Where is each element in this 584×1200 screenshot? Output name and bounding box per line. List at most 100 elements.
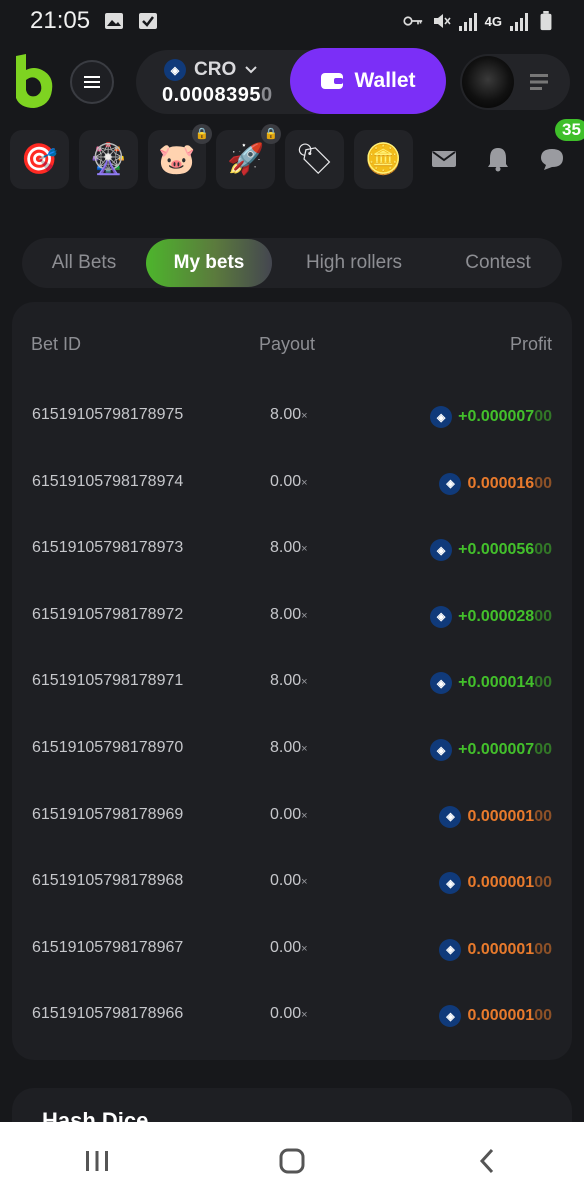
profit-value: +0.00000700: [458, 408, 552, 425]
profit-value: +0.00002800: [458, 607, 552, 625]
table-row[interactable]: 61519105798178972 8.00× ◈ +0.00002800: [12, 598, 572, 638]
recent-apps-button[interactable]: [67, 1136, 127, 1186]
profit-cell: ◈ 0.00000100: [439, 872, 552, 895]
balance-amount: 0.00083950: [162, 84, 273, 106]
profit-value: +0.00005600: [458, 541, 552, 559]
payout-value: 0.00: [270, 938, 302, 956]
notifications-button[interactable]: [476, 137, 520, 181]
payout-suffix: ×: [301, 476, 308, 489]
payout-suffix: ×: [301, 410, 308, 422]
wallet-button[interactable]: Wallet: [290, 48, 446, 114]
profit-cell: ◈ 0.00000100: [439, 1005, 552, 1028]
header-payout: Payout: [259, 334, 316, 354]
key-icon: [403, 16, 422, 26]
tab-my-bets[interactable]: My bets: [146, 239, 272, 287]
payout-suffix: ×: [301, 609, 308, 622]
profit-cell: ◈ +0.00000700: [430, 406, 552, 428]
menu-button[interactable]: [70, 60, 114, 104]
app-header: ◈ CRO 0.00083950 Wallet: [0, 44, 584, 120]
clock: 21:05: [30, 7, 91, 34]
cro-coin-icon: ◈: [439, 472, 462, 495]
currency-label: CRO: [194, 59, 237, 80]
game-tile-rocket[interactable]: 🚀 🔒: [216, 123, 281, 189]
profit-cell: ◈ 0.00001600: [439, 472, 552, 495]
cro-coin-icon: ◈: [430, 539, 453, 562]
status-bar: 21:05 4G: [0, 0, 584, 42]
logo-icon[interactable]: [12, 54, 56, 110]
payout-cell: 8.00×: [270, 606, 308, 624]
cro-coin-icon: ◈: [439, 1005, 462, 1028]
coin-icon: 🪙: [364, 142, 402, 176]
game-tile-tag[interactable]: 🏷: [285, 129, 344, 189]
bet-id: 61519105798178971: [32, 672, 184, 690]
payout-value: 8.00: [270, 672, 302, 690]
payout-cell: 0.00×: [270, 473, 308, 491]
back-icon: [479, 1148, 493, 1174]
table-row[interactable]: 61519105798178974 0.00× ◈ 0.00001600: [12, 465, 572, 505]
game-tile-wheel[interactable]: 🎡: [78, 129, 138, 189]
table-row[interactable]: 61519105798178967 0.00× ◈ 0.00000100: [12, 931, 572, 971]
chat-button[interactable]: 35: [530, 119, 584, 181]
payout-value: 0.00: [270, 805, 302, 823]
battery-icon: [540, 11, 552, 31]
game-tile-piggy[interactable]: 🐷 🔒: [147, 123, 213, 189]
signal-icon-2: [510, 11, 528, 31]
mail-button[interactable]: [423, 137, 467, 181]
wheel-icon: 🎡: [89, 142, 127, 176]
game-tile-coin[interactable]: 🪙: [353, 129, 413, 189]
bet-id: 61519105798178975: [32, 406, 184, 423]
table-row[interactable]: 61519105798178966 0.00× ◈ 0.00000100: [12, 997, 572, 1037]
games-bar: 🎯 🎡 🐷 🔒 🚀 🔒 🏷 🪙 35: [0, 119, 584, 192]
tab-all-bets[interactable]: All Bets: [22, 239, 146, 287]
avatar[interactable]: [462, 56, 514, 108]
wallet-label: Wallet: [354, 69, 416, 92]
payout-value: 0.00: [270, 872, 302, 890]
cro-coin-icon: ◈: [439, 938, 462, 961]
payout-cell: 8.00×: [270, 672, 308, 690]
payout-value: 8.00: [270, 739, 302, 756]
payout-cell: 0.00×: [270, 806, 308, 824]
payout-suffix: ×: [301, 942, 308, 955]
table-row[interactable]: 61519105798178969 0.00× ◈ 0.00000100: [12, 798, 572, 838]
chat-badge: 35: [555, 119, 584, 141]
bell-icon: [488, 148, 509, 172]
cro-coin-icon: ◈: [439, 805, 462, 828]
table-row[interactable]: 61519105798178968 0.00× ◈ 0.00000100: [12, 864, 572, 904]
table-row[interactable]: 61519105798178971 8.00× ◈ +0.00001400: [12, 664, 572, 704]
payout-cell: 0.00×: [270, 939, 308, 957]
table-row[interactable]: 61519105798178970 8.00× ◈ +0.00000700: [12, 731, 572, 771]
back-button[interactable]: [457, 1136, 517, 1186]
payout-cell: 8.00×: [270, 406, 308, 424]
profit-value: 0.00000100: [467, 807, 552, 825]
profit-cell: ◈ +0.00000700: [430, 739, 552, 761]
cro-coin-icon: ◈: [439, 872, 462, 895]
bet-id: 61519105798178970: [32, 739, 184, 756]
mute-icon: [433, 14, 451, 28]
target-icon: 🎯: [20, 142, 59, 176]
game-tile-target[interactable]: 🎯: [10, 129, 69, 189]
bet-id: 61519105798178974: [32, 472, 184, 490]
payout-value: 8.00: [270, 605, 302, 623]
payout-value: 0.00: [270, 472, 302, 490]
profit-value: +0.00001400: [458, 674, 552, 692]
tab-high-rollers[interactable]: High rollers: [272, 239, 436, 287]
tab-contest[interactable]: Contest: [436, 239, 560, 287]
network-label: 4G: [484, 13, 502, 29]
hamburger-icon: [84, 76, 100, 88]
profit-cell: ◈ +0.00005600: [430, 539, 552, 562]
table-row[interactable]: 61519105798178973 8.00× ◈ +0.00005600: [12, 531, 572, 571]
home-button[interactable]: [262, 1136, 322, 1186]
cro-coin-icon: ◈: [164, 59, 186, 81]
wallet-icon: [321, 73, 344, 89]
gallery-icon: [105, 13, 124, 29]
payout-suffix: ×: [301, 743, 308, 755]
payout-value: 8.00: [270, 406, 302, 423]
header-profit: Profit: [509, 334, 552, 354]
user-menu[interactable]: [460, 54, 570, 110]
check-box-icon: [139, 13, 158, 29]
payout-suffix: ×: [301, 876, 308, 889]
table-row[interactable]: 61519105798178975 8.00× ◈ +0.00000700: [12, 398, 572, 438]
payout-suffix: ×: [301, 1009, 308, 1022]
lock-icon: 🔒: [261, 123, 281, 144]
bets-table: Bet ID Payout Profit 61519105798178975 8.…: [12, 302, 572, 1060]
